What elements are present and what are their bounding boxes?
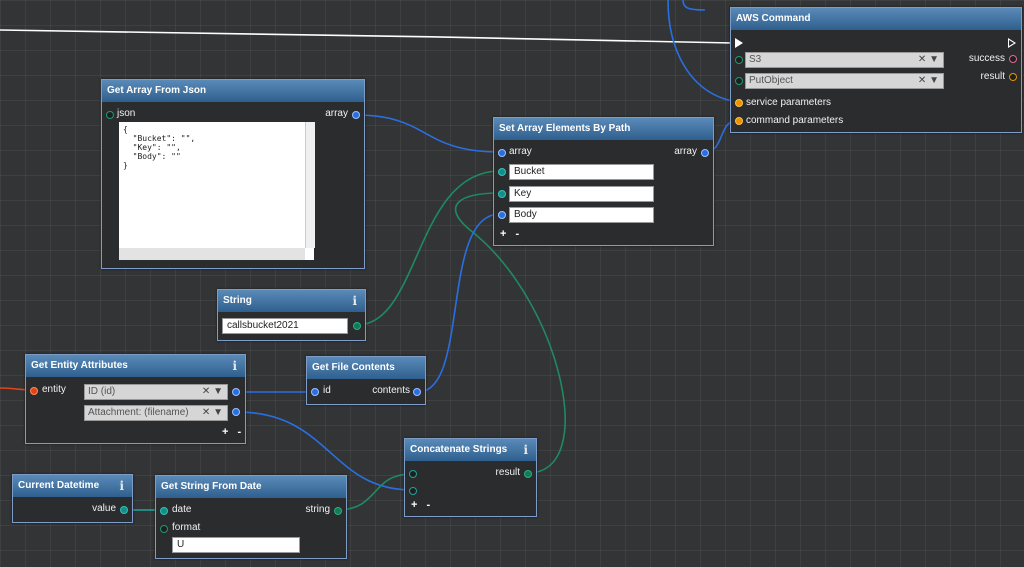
body-path-input[interactable]: Body — [509, 207, 654, 223]
info-icon[interactable]: i — [523, 439, 528, 461]
info-icon[interactable]: i — [119, 475, 124, 497]
node-title: Get String From Date — [156, 476, 346, 498]
info-icon[interactable]: i — [232, 355, 237, 377]
json-editor[interactable]: { "Bucket": "", "Key": "", "Body": "" } — [119, 122, 305, 248]
clear-icon[interactable]: ✕ — [202, 407, 210, 418]
bucket-path-port[interactable] — [498, 168, 506, 176]
wire-exec-in — [0, 29, 734, 44]
clear-icon[interactable]: ✕ — [918, 75, 926, 86]
command-parameters-port[interactable] — [735, 117, 743, 125]
value-output-label: value — [92, 503, 116, 514]
array-output-port[interactable] — [701, 149, 709, 157]
wire-top-blue-2 — [682, 0, 706, 11]
service-parameters-label: service parameters — [746, 97, 832, 108]
attribute-select-1[interactable]: ID (id) ✕ ▼ — [84, 384, 228, 400]
key-path-port[interactable] — [498, 190, 506, 198]
json-editor-scrollbar-vertical[interactable] — [305, 122, 315, 248]
set-array-elements-node[interactable]: Set Array Elements By Path array array B… — [493, 117, 714, 246]
attribute-1-output-port[interactable] — [232, 388, 240, 396]
success-output-port[interactable] — [1009, 55, 1017, 63]
result-output-label: result — [495, 467, 520, 478]
current-datetime-node[interactable]: Current Datetime i value — [12, 474, 133, 523]
info-icon[interactable]: i — [352, 290, 357, 312]
wire-getarray-setarray — [355, 114, 501, 153]
exec-in-port[interactable] — [735, 38, 743, 48]
date-input-label: date — [172, 504, 192, 515]
format-input-port[interactable] — [160, 525, 168, 533]
result-output-label: result — [980, 71, 1005, 82]
chevron-down-icon[interactable]: ▼ — [929, 75, 939, 86]
entity-input-label: entity — [42, 384, 66, 395]
exec-out-port[interactable] — [1008, 38, 1016, 48]
chevron-down-icon[interactable]: ▼ — [213, 407, 223, 418]
contents-output-label: contents — [372, 385, 410, 396]
aws-command-node[interactable]: AWS Command S3 ✕ ▼ PutObject ✕ ▼ success… — [730, 7, 1022, 133]
id-input-label: id — [323, 385, 331, 396]
wire-string-bucket — [356, 170, 501, 326]
operation-input-port[interactable] — [735, 77, 743, 85]
node-title: String i — [218, 290, 365, 312]
string-value-input[interactable]: callsbucket2021 — [222, 318, 348, 334]
wire-strdate-concat — [336, 473, 413, 511]
get-entity-attributes-node[interactable]: Get Entity Attributes i entity ID (id) ✕ … — [25, 354, 246, 444]
json-editor-scroll-corner — [305, 248, 314, 260]
concatenate-strings-node[interactable]: Concatenate Strings i result + - — [404, 438, 537, 517]
format-input-label: format — [172, 522, 201, 533]
array-output-label: array — [325, 108, 348, 119]
service-parameters-port[interactable] — [735, 99, 743, 107]
chevron-down-icon[interactable]: ▼ — [929, 54, 939, 65]
service-input-port[interactable] — [735, 56, 743, 64]
string-node[interactable]: String i callsbucket2021 — [217, 289, 366, 341]
node-title: Get Entity Attributes i — [26, 355, 245, 377]
get-string-from-date-node[interactable]: Get String From Date date string format … — [155, 475, 347, 559]
json-editor-scrollbar-horizontal[interactable] — [119, 248, 305, 260]
add-remove-buttons[interactable]: + - — [411, 499, 433, 511]
get-array-from-json-node[interactable]: Get Array From Json json array { "Bucket… — [101, 79, 365, 269]
bucket-path-input[interactable]: Bucket — [509, 164, 654, 180]
add-remove-buttons[interactable]: + - — [222, 426, 244, 438]
wire-file-body — [417, 213, 501, 393]
array-output-port[interactable] — [352, 111, 360, 119]
array-input-label: array — [509, 146, 532, 157]
node-title: Concatenate Strings i — [405, 439, 536, 461]
date-input-port[interactable] — [160, 507, 168, 515]
entity-input-port[interactable] — [30, 387, 38, 395]
command-parameters-label: command parameters — [746, 115, 844, 126]
node-title: AWS Command — [731, 8, 1021, 30]
success-output-label: success — [968, 53, 1005, 64]
string-1-input-port[interactable] — [409, 470, 417, 478]
body-path-port[interactable] — [498, 211, 506, 219]
format-input[interactable]: U — [172, 537, 300, 553]
json-input-label: json — [117, 108, 136, 119]
result-output-port[interactable] — [1009, 73, 1017, 81]
array-input-port[interactable] — [498, 149, 506, 157]
string-2-input-port[interactable] — [409, 487, 417, 495]
string-output-label: string — [305, 504, 330, 515]
key-path-input[interactable]: Key — [509, 186, 654, 202]
operation-select[interactable]: PutObject ✕ ▼ — [745, 73, 944, 89]
node-title: Current Datetime i — [13, 475, 132, 497]
result-output-port[interactable] — [524, 470, 532, 478]
wire-top-blue-1 — [667, 0, 739, 103]
id-input-port[interactable] — [311, 388, 319, 396]
node-title: Set Array Elements By Path — [494, 118, 713, 140]
chevron-down-icon[interactable]: ▼ — [213, 386, 223, 397]
json-input-port[interactable] — [106, 111, 114, 119]
service-select[interactable]: S3 ✕ ▼ — [745, 52, 944, 68]
attribute-select-2[interactable]: Attachment: (filename) ✕ ▼ — [84, 405, 228, 421]
add-remove-buttons[interactable]: + - — [500, 228, 522, 240]
string-output-port[interactable] — [334, 507, 342, 515]
node-title: Get Array From Json — [102, 80, 364, 102]
clear-icon[interactable]: ✕ — [202, 386, 210, 397]
clear-icon[interactable]: ✕ — [918, 54, 926, 65]
get-file-contents-node[interactable]: Get File Contents id contents — [306, 356, 426, 405]
string-output-port[interactable] — [353, 322, 361, 330]
attribute-2-output-port[interactable] — [232, 408, 240, 416]
value-output-port[interactable] — [120, 506, 128, 514]
contents-output-port[interactable] — [413, 388, 421, 396]
node-title: Get File Contents — [307, 357, 425, 379]
array-output-label: array — [674, 146, 697, 157]
